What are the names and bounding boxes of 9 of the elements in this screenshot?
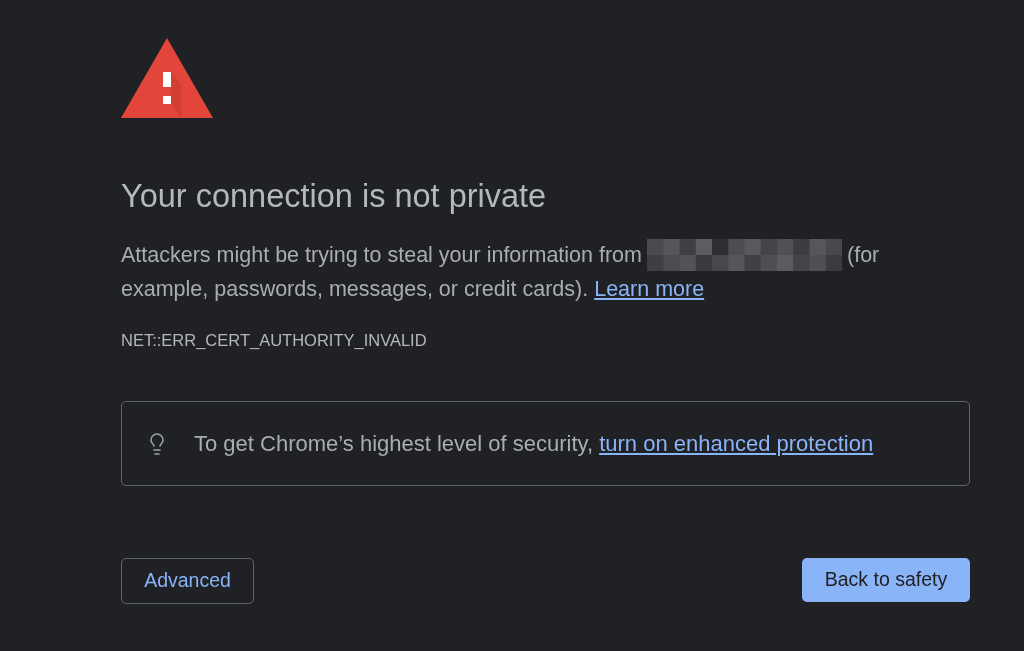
- warning-triangle-icon: [121, 38, 213, 118]
- back-to-safety-button[interactable]: Back to safety: [802, 558, 970, 602]
- enhanced-protection-text: To get Chrome’s highest level of security, turn on enhanced protection: [194, 429, 874, 458]
- error-code: NET::ERR_CERT_AUTHORITY_INVALID: [121, 330, 427, 350]
- advanced-button[interactable]: Advanced: [121, 558, 254, 604]
- warning-message: Attackers might be trying to steal your information from (for example, passwords, messages, or credit cards). Learn more: [121, 238, 970, 306]
- enhanced-protection-link[interactable]: turn on enhanced protection: [599, 430, 874, 456]
- learn-more-link[interactable]: Learn more: [594, 277, 705, 301]
- page-heading: Your connection is not private: [121, 177, 547, 216]
